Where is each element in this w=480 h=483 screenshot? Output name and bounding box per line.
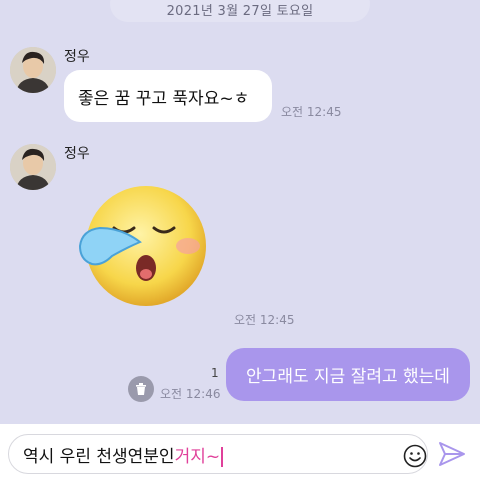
date-separator: 2021년 3월 27일 토요일 xyxy=(110,0,370,22)
message-time: 오전 12:45 xyxy=(234,313,295,327)
avatar[interactable] xyxy=(10,144,56,190)
chat-area: 2021년 3월 27일 토요일 정우 좋은 꿈 꾸고 푹자요~ㅎ 오전 12:… xyxy=(0,0,480,424)
input-committed-text: 역시 우린 천생연분인 xyxy=(23,446,175,467)
message-text: 좋은 꿈 꾸고 푹자요~ㅎ xyxy=(78,88,250,109)
avatar-photo xyxy=(10,47,56,93)
unread-count: 1 xyxy=(211,366,219,380)
date-separator-text: 2021년 3월 27일 토요일 xyxy=(166,4,314,19)
emoji-icon[interactable] xyxy=(403,444,427,468)
incoming-message-bubble[interactable]: 좋은 꿈 꾸고 푹자요~ㅎ xyxy=(64,70,272,122)
outgoing-message-bubble[interactable]: 안그래도 지금 잘려고 했는데 xyxy=(226,348,470,401)
input-composing-text: 거지~ xyxy=(174,446,221,467)
message-time: 오전 12:46 xyxy=(160,387,221,401)
sleeping-face-emoji[interactable] xyxy=(76,186,210,308)
avatar[interactable] xyxy=(10,47,56,93)
message-text: 안그래도 지금 잘려고 했는데 xyxy=(246,367,450,387)
message-time: 오전 12:45 xyxy=(281,105,342,119)
composer-bar: 역시 우린 천생연분인거지~ xyxy=(0,424,480,483)
message-input-text: 역시 우린 천생연분인거지~ xyxy=(23,442,224,467)
sender-name: 정우 xyxy=(64,146,90,162)
sender-name: 정우 xyxy=(64,49,90,65)
text-caret xyxy=(221,446,224,467)
delete-button[interactable] xyxy=(128,376,154,402)
send-icon[interactable] xyxy=(438,441,466,467)
trash-icon xyxy=(136,383,146,395)
message-input[interactable]: 역시 우린 천생연분인거지~ xyxy=(8,434,428,474)
avatar-photo xyxy=(10,144,56,190)
